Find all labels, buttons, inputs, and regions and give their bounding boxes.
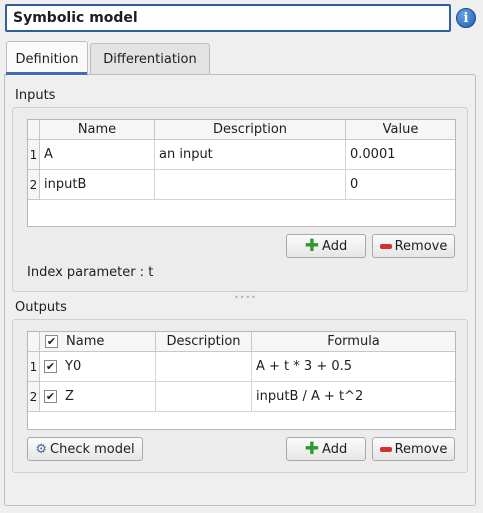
input-description-cell[interactable]: [155, 170, 346, 200]
row-number[interactable]: 2: [28, 170, 40, 200]
outputs-col-formula[interactable]: Formula: [252, 332, 455, 352]
inputs-col-value[interactable]: Value: [346, 120, 455, 140]
input-description-cell[interactable]: an input: [155, 140, 346, 170]
minus-icon: [379, 243, 392, 249]
add-label: Add: [322, 238, 348, 254]
output-name: Z: [65, 389, 74, 404]
remove-label: Remove: [394, 441, 448, 457]
tab-differentiation[interactable]: Differentiation: [90, 43, 210, 75]
outputs-add-button[interactable]: ✚ Add: [286, 437, 366, 461]
output-checkbox[interactable]: ✔: [44, 390, 57, 403]
input-name-cell[interactable]: A: [40, 140, 155, 170]
output-description-cell[interactable]: [156, 352, 252, 382]
info-icon[interactable]: i: [456, 8, 476, 28]
index-parameter-label: Index parameter : t: [27, 265, 154, 280]
inputs-col-description[interactable]: Description: [155, 120, 346, 140]
inputs-table[interactable]: Name Description Value 1 A an input 0.00…: [27, 119, 456, 227]
outputs-col-name-label: Name: [66, 334, 105, 349]
inputs-add-button[interactable]: ✚ Add: [286, 234, 366, 258]
remove-label: Remove: [394, 238, 448, 254]
tab-definition[interactable]: Definition: [6, 41, 88, 76]
output-formula-cell[interactable]: A + t * 3 + 0.5: [252, 352, 455, 382]
outputs-col-name[interactable]: ✔ Name: [40, 332, 156, 352]
output-formula-cell[interactable]: inputB / A + t^2: [252, 382, 455, 412]
row-number[interactable]: 2: [28, 382, 40, 412]
input-name-cell[interactable]: inputB: [40, 170, 155, 200]
input-value-cell[interactable]: 0.0001: [346, 140, 455, 170]
gear-icon: ⚙: [35, 441, 48, 457]
output-name-cell[interactable]: ✔ Z: [40, 382, 156, 412]
outputs-remove-button[interactable]: Remove: [372, 437, 455, 461]
output-name-cell[interactable]: ✔ Y0: [40, 352, 156, 382]
minus-icon: [379, 446, 392, 452]
check-model-label: Check model: [50, 441, 135, 457]
model-name-field[interactable]: Symbolic model: [5, 4, 451, 32]
corner-header: [28, 120, 40, 140]
input-value-cell[interactable]: 0: [346, 170, 455, 200]
active-tab-indicator: [6, 72, 87, 75]
output-description-cell[interactable]: [156, 382, 252, 412]
check-model-button[interactable]: ⚙ Check model: [27, 437, 143, 461]
add-label: Add: [322, 441, 348, 457]
output-name: Y0: [65, 359, 82, 374]
outputs-col-description[interactable]: Description: [156, 332, 252, 352]
outputs-group-title: Outputs: [15, 300, 67, 315]
tab-definition-label: Definition: [15, 51, 79, 67]
select-all-checkbox[interactable]: ✔: [45, 335, 58, 348]
inputs-remove-button[interactable]: Remove: [372, 234, 455, 258]
inputs-group-title: Inputs: [15, 88, 56, 103]
outputs-table[interactable]: ✔ Name Description Formula 1 ✔ Y0 A + t …: [27, 331, 456, 430]
inputs-col-name[interactable]: Name: [40, 120, 155, 140]
tab-differentiation-label: Differentiation: [103, 52, 197, 67]
splitter-handle[interactable]: ••••: [234, 293, 257, 302]
plus-icon: ✚: [304, 438, 320, 459]
plus-icon: ✚: [304, 235, 320, 256]
output-checkbox[interactable]: ✔: [44, 360, 57, 373]
row-number[interactable]: 1: [28, 140, 40, 170]
corner-header: [28, 332, 40, 352]
row-number[interactable]: 1: [28, 352, 40, 382]
